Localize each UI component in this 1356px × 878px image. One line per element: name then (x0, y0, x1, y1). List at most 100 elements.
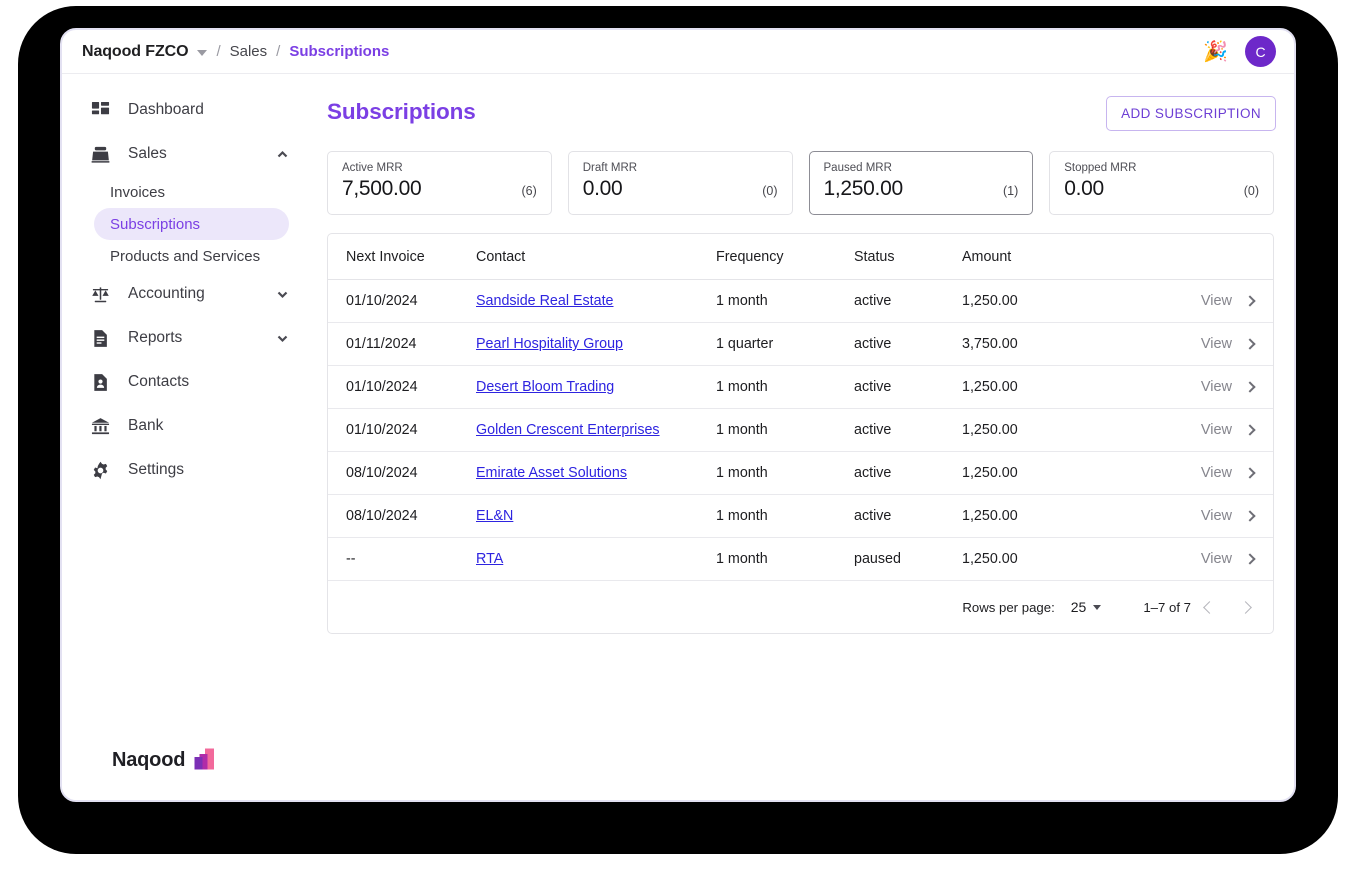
chevron-down-icon[interactable] (197, 50, 207, 56)
contact-link[interactable]: Desert Bloom Trading (476, 379, 614, 395)
table-row[interactable]: 01/10/2024 Desert Bloom Trading 1 month … (328, 366, 1273, 409)
cell-frequency: 1 month (716, 538, 854, 581)
pagination-range: 1–7 of 7 (1143, 600, 1191, 615)
chevron-down-icon[interactable] (276, 332, 289, 345)
column-header-contact: Contact (476, 234, 716, 280)
stat-card-draft-mrr[interactable]: Draft MRR 0.00 (0) (568, 151, 793, 215)
stat-card-paused-mrr[interactable]: Paused MRR 1,250.00 (1) (809, 151, 1034, 215)
column-header-status: Status (854, 234, 962, 280)
sidebar-item-contacts[interactable]: Contacts (62, 360, 307, 404)
view-button[interactable]: View (1112, 551, 1257, 567)
breadcrumb-item-subscriptions[interactable]: Subscriptions (289, 43, 389, 60)
chevron-down-icon[interactable] (276, 288, 289, 301)
naqood-logo-mark-icon (194, 748, 216, 772)
dashboard-grid-icon (90, 100, 110, 120)
view-button[interactable]: View (1112, 293, 1257, 309)
table-row[interactable]: 01/10/2024 Sandside Real Estate 1 month … (328, 280, 1273, 323)
table-row[interactable]: 08/10/2024 EL&N 1 month active 1,250.00 … (328, 495, 1273, 538)
contact-link[interactable]: RTA (476, 551, 503, 567)
brand-logo: Naqood (62, 748, 307, 800)
cell-status: active (854, 409, 962, 452)
column-header-actions (1112, 234, 1273, 280)
sidebar-item-accounting[interactable]: Accounting (62, 272, 307, 316)
contact-link[interactable]: Golden Crescent Enterprises (476, 422, 660, 438)
cell-next-invoice: 01/10/2024 (328, 409, 476, 452)
previous-page-button[interactable] (1191, 589, 1227, 625)
sidebar-item-settings[interactable]: Settings (62, 448, 307, 492)
cell-frequency: 1 quarter (716, 323, 854, 366)
avatar[interactable]: C (1245, 36, 1276, 67)
stat-value: 0.00 (583, 177, 623, 201)
cell-actions: View (1112, 495, 1273, 538)
balance-scale-icon (90, 284, 110, 304)
view-button[interactable]: View (1112, 336, 1257, 352)
body: Dashboard Sales Invoices Subscriptions P… (62, 74, 1294, 800)
breadcrumb-item-sales[interactable]: Sales (230, 43, 268, 60)
gear-icon (90, 460, 110, 480)
cell-actions: View (1112, 452, 1273, 495)
stat-count: (0) (1244, 184, 1259, 198)
view-label: View (1201, 336, 1232, 352)
stat-label: Draft MRR (583, 162, 778, 174)
cell-contact: RTA (476, 538, 716, 581)
cell-status: active (854, 452, 962, 495)
subscriptions-table: Next Invoice Contact Frequency Status Am… (328, 234, 1273, 581)
contact-link[interactable]: EL&N (476, 508, 513, 524)
sidebar-item-label: Bank (128, 417, 293, 435)
pagination: Rows per page: 25 1–7 of 7 (328, 581, 1273, 633)
cell-amount: 1,250.00 (962, 452, 1112, 495)
party-popper-icon[interactable]: 🎉 (1203, 42, 1228, 62)
sidebar-item-label: Accounting (128, 285, 258, 303)
sidebar-item-products-and-services[interactable]: Products and Services (94, 240, 289, 272)
rows-per-page-select[interactable]: 25 (1071, 599, 1102, 615)
cell-amount: 1,250.00 (962, 280, 1112, 323)
cell-actions: View (1112, 538, 1273, 581)
view-button[interactable]: View (1112, 379, 1257, 395)
view-label: View (1201, 508, 1232, 524)
view-label: View (1201, 551, 1232, 567)
table-row[interactable]: 01/10/2024 Golden Crescent Enterprises 1… (328, 409, 1273, 452)
table-header-row: Next Invoice Contact Frequency Status Am… (328, 234, 1273, 280)
cell-status: active (854, 495, 962, 538)
cell-amount: 3,750.00 (962, 323, 1112, 366)
sidebar-item-dashboard[interactable]: Dashboard (62, 88, 307, 132)
cell-next-invoice: 01/10/2024 (328, 280, 476, 323)
view-label: View (1201, 465, 1232, 481)
view-button[interactable]: View (1112, 508, 1257, 524)
sidebar-item-reports[interactable]: Reports (62, 316, 307, 360)
table-row[interactable]: -- RTA 1 month paused 1,250.00 View (328, 538, 1273, 581)
stat-card-stopped-mrr[interactable]: Stopped MRR 0.00 (0) (1049, 151, 1274, 215)
cell-contact: Emirate Asset Solutions (476, 452, 716, 495)
stat-count: (6) (521, 184, 536, 198)
sidebar-item-invoices[interactable]: Invoices (94, 176, 289, 208)
table-row[interactable]: 08/10/2024 Emirate Asset Solutions 1 mon… (328, 452, 1273, 495)
stat-value: 0.00 (1064, 177, 1104, 201)
stat-card-active-mrr[interactable]: Active MRR 7,500.00 (6) (327, 151, 552, 215)
cell-next-invoice: 01/11/2024 (328, 323, 476, 366)
cell-actions: View (1112, 280, 1273, 323)
stat-label: Paused MRR (824, 162, 1019, 174)
view-button[interactable]: View (1112, 465, 1257, 481)
contact-link[interactable]: Sandside Real Estate (476, 293, 614, 309)
cell-frequency: 1 month (716, 452, 854, 495)
next-page-button[interactable] (1227, 589, 1263, 625)
sidebar-item-bank[interactable]: Bank (62, 404, 307, 448)
sidebar-item-subscriptions[interactable]: Subscriptions (94, 208, 289, 240)
sidebar-item-sales[interactable]: Sales (62, 132, 307, 176)
table-row[interactable]: 01/11/2024 Pearl Hospitality Group 1 qua… (328, 323, 1273, 366)
add-subscription-button[interactable]: ADD SUBSCRIPTION (1106, 96, 1276, 131)
contact-card-icon (90, 372, 110, 392)
cell-actions: View (1112, 409, 1273, 452)
contact-link[interactable]: Emirate Asset Solutions (476, 465, 627, 481)
breadcrumb-org[interactable]: Naqood FZCO (82, 43, 188, 61)
cell-actions: View (1112, 366, 1273, 409)
app-window: Naqood FZCO / Sales / Subscriptions 🎉 C … (60, 28, 1296, 802)
cell-amount: 1,250.00 (962, 409, 1112, 452)
chevron-up-icon[interactable] (276, 148, 289, 161)
sidebar-spacer (62, 492, 307, 748)
contact-link[interactable]: Pearl Hospitality Group (476, 336, 623, 352)
bank-building-icon (90, 416, 110, 436)
chevron-right-icon (1244, 295, 1255, 306)
view-button[interactable]: View (1112, 422, 1257, 438)
sidebar-item-label: Sales (128, 145, 258, 163)
